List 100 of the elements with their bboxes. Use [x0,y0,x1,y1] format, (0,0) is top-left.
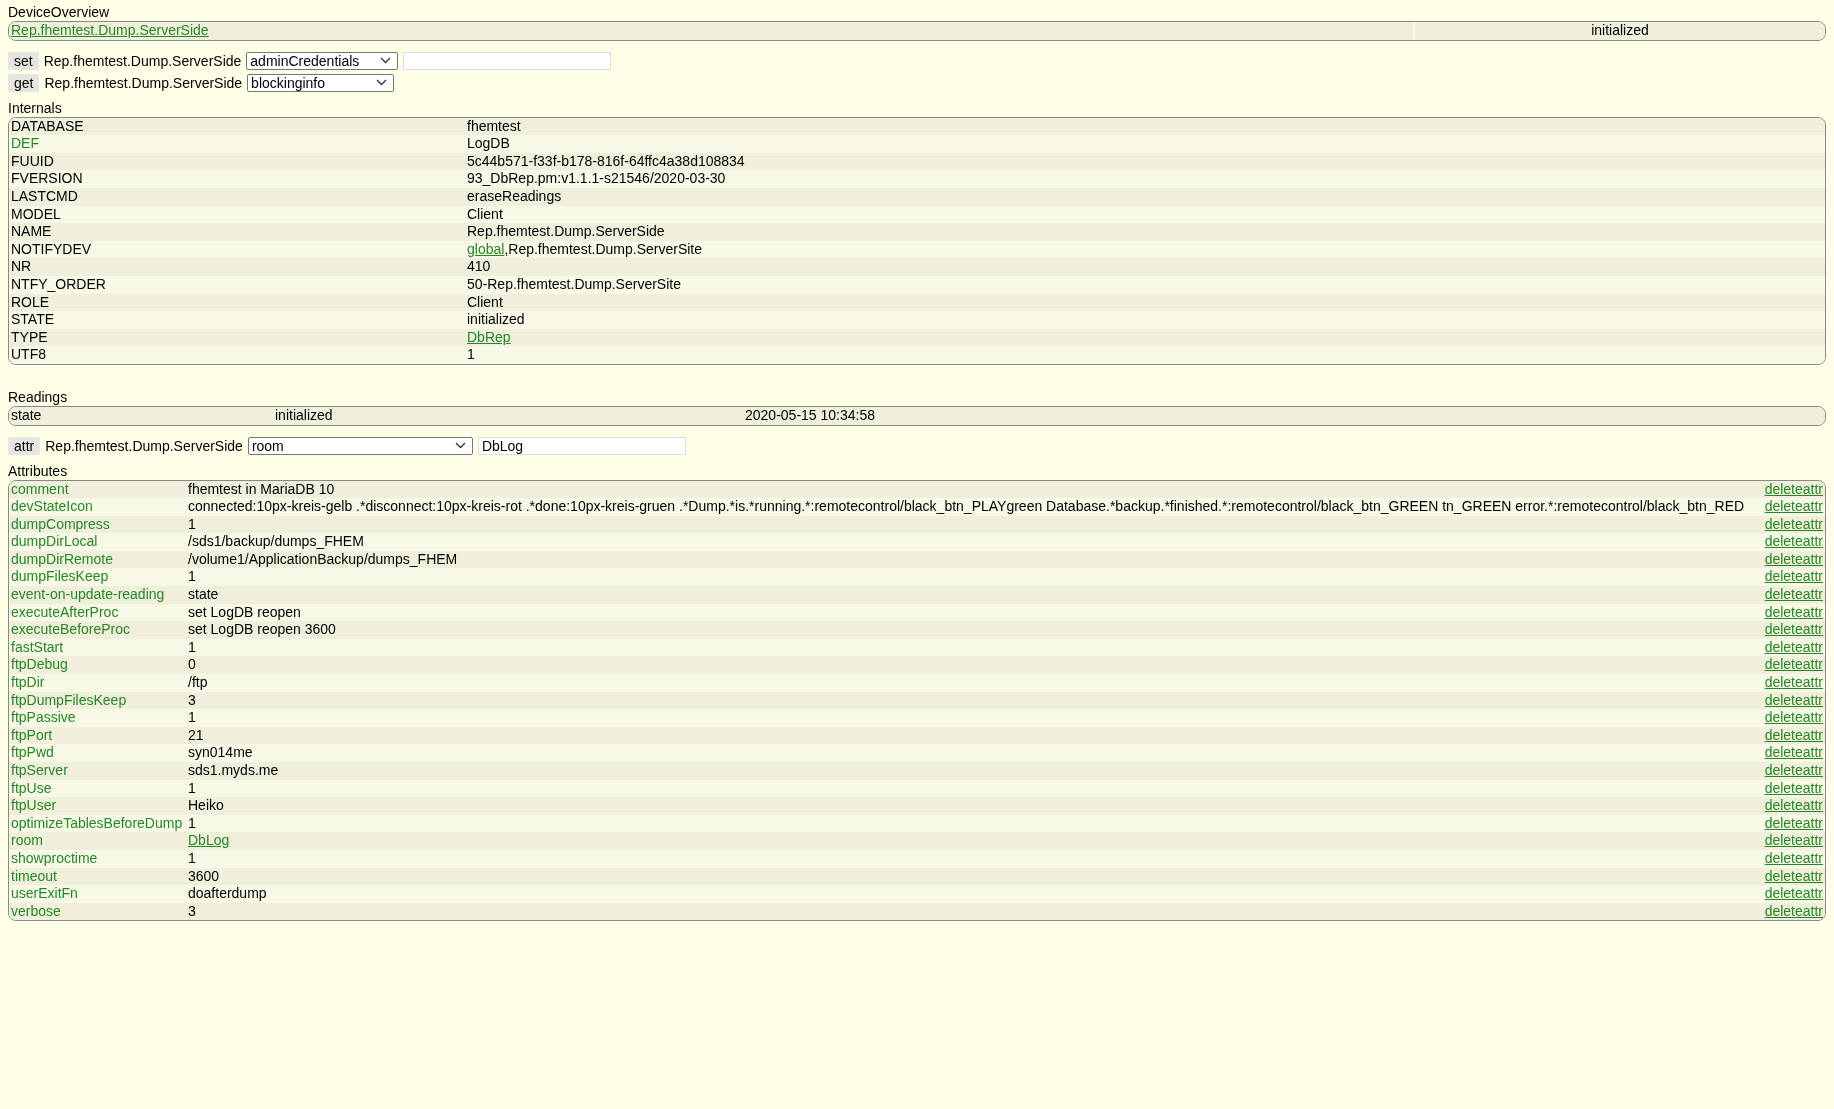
internal-value: Client [467,293,503,310]
attribute-name: dumpCompress [11,515,110,532]
attribute-name: ftpServer [11,762,68,778]
value-link[interactable]: global [467,240,505,257]
internal-value: 5c44b571-f33f-b178-816f-64ffc4a38d108834 [467,152,745,169]
value-field[interactable]: DbLog [477,436,686,455]
delete-link[interactable]: deleteattr [1764,550,1823,567]
attribute-value: state [188,586,219,603]
attribute-value: 3600 [188,867,220,884]
attribute-name: optimizeTablesBeforeDump [11,814,183,831]
value-field[interactable] [403,51,612,70]
command-select[interactable]: blockinginfo [247,73,395,92]
attribute-value: syn014me [188,744,253,761]
internal-name: MODEL [11,205,61,222]
delete-link[interactable]: deleteattr [1764,726,1823,743]
delete-link[interactable]: deleteattr [1764,744,1823,761]
attribute-name: dumpFilesKeep [11,568,109,585]
delete-link[interactable]: deleteattr [1764,586,1823,603]
attribute-name: userExitFn [11,885,78,902]
attribute-name: event-on-update-reading [11,586,165,603]
attribute-value: 1 [188,568,196,585]
delete-link[interactable]: deleteattr [1764,603,1823,620]
delete-link[interactable]: deleteattr [1764,674,1823,691]
attribute-value: connected:10px-kreis-gelb .*disconnect:10px-kreis-rot .*done:10px-kreis-gruen .*Dump.*is.*running.*:remotecontrol/black_btn_PLAYgreen Database.*backup.*finished.*:remotecontrol/black_btn_GREEN tn_GREEN error.*:remotecontrol/black_btn_RED [188,498,1745,515]
caret-icon [454,442,466,449]
internal-value: 410 [467,258,491,275]
delete-link[interactable]: deleteattr [1764,885,1823,902]
delete-link[interactable]: deleteattr [1764,762,1823,778]
value-link[interactable]: DbRep [467,328,511,345]
attribute-name: dumpDirRemote [11,550,113,567]
section-title: DeviceOverview [8,4,110,20]
internal-value: initialized [467,311,525,328]
internal-name: FVERSION [11,170,83,187]
internal-value: ,Rep.fhemtest.Dump.ServerSite [504,240,702,257]
internal-name: DATABASE [11,117,84,134]
attribute-value: 1 [188,515,196,532]
attribute-value: 21 [188,726,204,743]
delete-link[interactable]: deleteattr [1764,480,1823,497]
internal-value: 1 [467,346,475,363]
attribute-name: ftpUser [11,797,57,814]
device-link[interactable]: Rep.fhemtest.Dump.ServerSide [11,22,209,38]
delete-link[interactable]: deleteattr [1764,621,1823,638]
attribute-value: 0 [188,656,196,673]
delete-link[interactable]: deleteattr [1764,849,1823,866]
delete-link[interactable]: deleteattr [1764,691,1823,708]
delete-link[interactable]: deleteattr [1764,568,1823,585]
internal-name: TYPE [11,328,48,345]
attribute-value: /ftp [188,674,208,691]
delete-link[interactable]: deleteattr [1764,832,1823,849]
device-state: initialized [1591,22,1649,38]
internal-name: NR [11,258,32,275]
delete-link[interactable]: deleteattr [1764,709,1823,726]
internal-value: fhemtest [467,117,521,134]
device-name: Rep.fhemtest.Dump.ServerSide [45,437,243,454]
attribute-value: 1 [188,849,196,866]
attribute-value: /sds1/backup/dumps_FHEM [188,533,364,550]
internal-value: 93_DbRep.pm:v1.1.1-s21546/2020-03-30 [467,170,726,187]
attribute-name: fastStart [11,638,64,655]
command-button[interactable]: set [8,51,39,70]
attribute-name: ftpDebug [11,656,68,673]
command-select[interactable]: room [247,436,473,455]
attribute-value: Heiko [188,797,224,814]
delete-link[interactable]: deleteattr [1764,638,1823,655]
caret-icon [380,57,392,65]
delete-link[interactable]: deleteattr [1764,498,1823,515]
command-button[interactable]: attr [8,436,41,455]
reading-value: initialized [275,406,333,423]
internal-name: ROLE [11,293,50,310]
attribute-value: sds1.myds.me [188,762,279,778]
reading-time: 2020-05-15 10:34:58 [745,406,875,423]
device-name: Rep.fhemtest.Dump.ServerSide [44,74,243,91]
delete-link[interactable]: deleteattr [1764,902,1823,919]
attribute-name: ftpUse [11,779,52,796]
attribute-name: timeout [11,867,57,884]
reading-name: state [11,406,42,423]
delete-link[interactable]: deleteattr [1764,533,1823,550]
internal-name: FUUID [11,152,54,169]
attribute-name: ftpPassive [11,709,76,726]
delete-link[interactable]: deleteattr [1764,515,1823,532]
delete-link[interactable]: deleteattr [1764,867,1823,884]
internal-value: Rep.fhemtest.Dump.ServerSide [467,223,665,240]
command-button[interactable]: get [8,73,40,92]
internal-name: STATE [11,311,55,328]
value-link[interactable]: DbLog [188,832,230,849]
internal-value: LogDB [467,135,510,152]
delete-link[interactable]: deleteattr [1764,797,1823,814]
attribute-name: ftpDir [11,674,45,691]
delete-link[interactable]: deleteattr [1764,779,1823,796]
delete-link[interactable]: deleteattr [1764,814,1823,831]
attribute-name: executeBeforeProc [11,621,131,638]
delete-link[interactable]: deleteattr [1764,656,1823,673]
attribute-name: devStateIcon [11,498,93,515]
attribute-value: 1 [188,779,196,796]
command-select[interactable]: adminCredentials [246,51,399,70]
attribute-value: doafterdump [188,885,267,902]
internal-value: 50-Rep.fhemtest.Dump.ServerSite [467,275,681,292]
attribute-name: comment [11,480,69,497]
internal-name: DEF [11,135,39,152]
attribute-value: 1 [188,709,196,726]
attribute-value: /volume1/ApplicationBackup/dumps_FHEM [188,550,458,567]
